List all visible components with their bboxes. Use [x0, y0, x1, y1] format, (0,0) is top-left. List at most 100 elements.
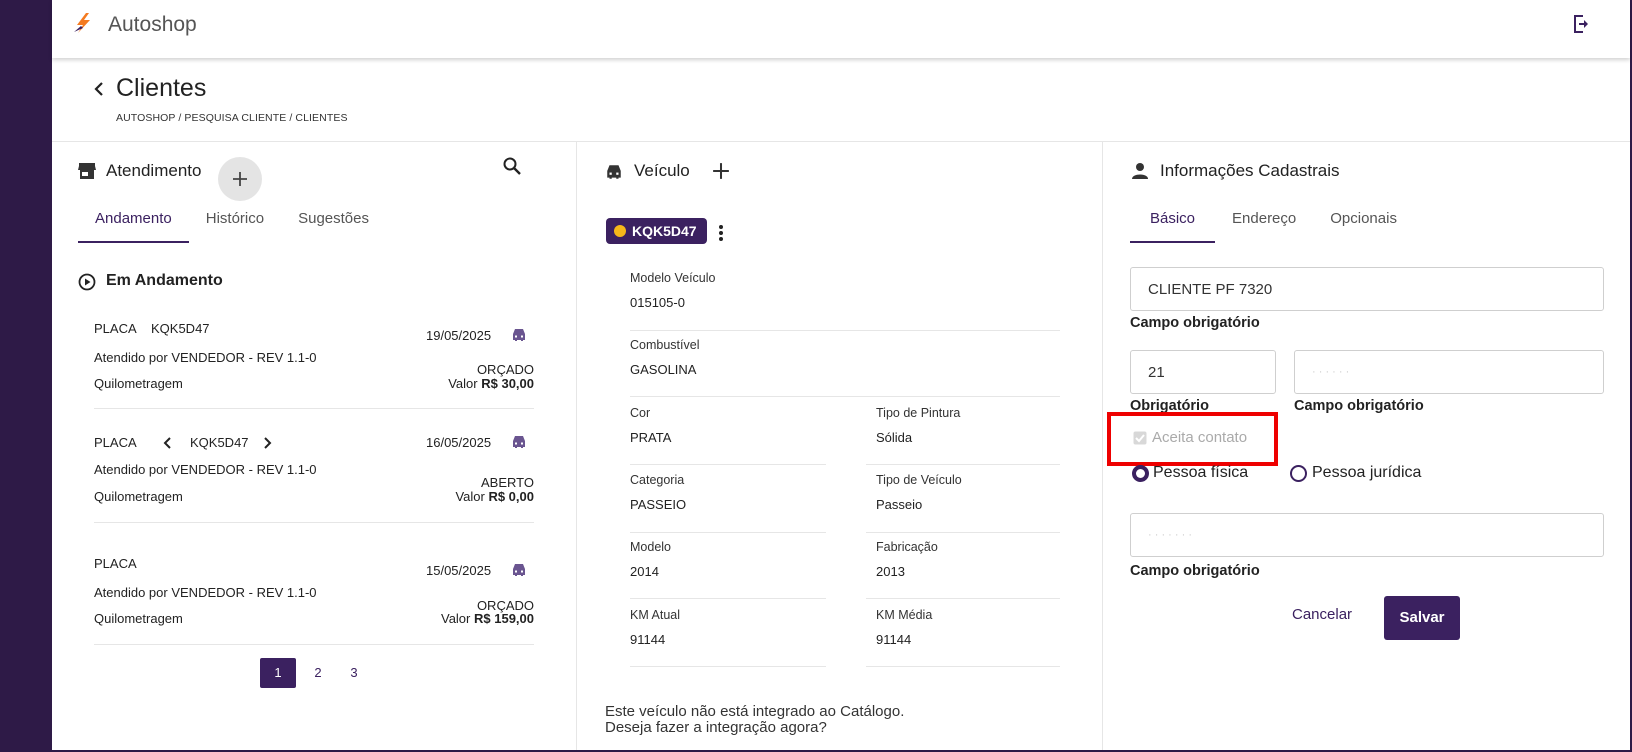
- status-badge: ABERTO: [481, 475, 534, 490]
- field-label: KM Atual: [630, 608, 681, 622]
- tab-andamento[interactable]: Andamento: [78, 200, 189, 243]
- date: 19/05/2025: [426, 328, 492, 343]
- more-vert-icon[interactable]: [718, 224, 724, 242]
- placa-label: PLACA: [94, 321, 137, 336]
- field-divider: [866, 666, 1060, 667]
- plate-chip[interactable]: KQK5D47: [606, 218, 707, 244]
- field-value: 91144: [876, 632, 912, 647]
- plus-icon: [233, 172, 247, 186]
- autoshop-logo-icon: [74, 13, 90, 33]
- field-value: 2014: [630, 564, 659, 579]
- field-divider: [630, 464, 826, 465]
- chevron-left-icon[interactable]: [163, 437, 173, 449]
- document-hint: Campo obrigatório: [1130, 563, 1260, 579]
- cadastro-title: Informações Cadastrais: [1160, 161, 1340, 180]
- field-value: PASSEIO: [630, 497, 687, 512]
- em-andamento-title: Em Andamento: [106, 272, 223, 289]
- radio-pessoa-juridica[interactable]: [1290, 465, 1307, 482]
- field-divider: [630, 666, 826, 667]
- field-label: Modelo: [630, 540, 671, 554]
- field-label: Tipo de Pintura: [876, 406, 961, 420]
- app-title: Autoshop: [108, 13, 197, 36]
- name-hint: Campo obrigatório: [1130, 315, 1260, 331]
- field-value: 2013: [876, 564, 905, 579]
- page-2-button[interactable]: 2: [304, 658, 332, 688]
- valor-label: Valor: [440, 611, 471, 626]
- back-chevron-icon[interactable]: [90, 80, 108, 98]
- atendido-por: Atendido por VENDEDOR - REV 1.1-0: [94, 350, 317, 365]
- ddd-input[interactable]: 21: [1130, 350, 1276, 394]
- car-icon: [513, 436, 525, 448]
- field-label: Tipo de Veículo: [876, 473, 962, 487]
- status-badge: ORÇADO: [476, 362, 534, 377]
- add-atendimento-button[interactable]: [218, 157, 262, 201]
- page-1-button[interactable]: 1: [260, 658, 296, 688]
- field-divider: [866, 532, 1060, 533]
- ddd-input-value: 21: [1148, 364, 1165, 381]
- tab-sugestoes[interactable]: Sugestões: [281, 200, 386, 243]
- field-label: Fabricação: [876, 540, 938, 554]
- name-input[interactable]: CLIENTE PF 7320: [1130, 267, 1604, 311]
- placa-label: PLACA: [94, 556, 137, 571]
- valor-label: Valor: [448, 376, 478, 391]
- top-bar: Autoshop: [52, 0, 1630, 58]
- tab-basico[interactable]: Básico: [1130, 200, 1216, 243]
- save-button[interactable]: Salvar: [1384, 596, 1460, 640]
- field-label: Combustível: [630, 338, 700, 352]
- date: 16/05/2025: [426, 435, 492, 450]
- play-circle-icon: [78, 273, 96, 291]
- pagination: 1 2 3: [260, 658, 368, 688]
- logout-icon[interactable]: [1570, 12, 1594, 36]
- valor: Valor R$ 30,00: [448, 376, 534, 391]
- tab-endereco[interactable]: Endereço: [1215, 200, 1313, 243]
- valor: Valor R$ 159,00: [441, 611, 534, 626]
- page-header: Clientes AUTOSHOP / PESQUISA CLIENTE / C…: [52, 58, 1630, 142]
- km-label: Quilometragem: [94, 611, 183, 626]
- item-divider: [94, 408, 534, 409]
- pessoa-fisica-label: Pessoa física: [1153, 464, 1249, 481]
- tab-historico[interactable]: Histórico: [189, 200, 281, 243]
- km-label: Quilometragem: [94, 489, 183, 504]
- field-label: Categoria: [630, 473, 685, 487]
- field-value: Sólida: [876, 430, 913, 445]
- cancel-button[interactable]: Cancelar: [1292, 606, 1352, 623]
- radio-pessoa-fisica[interactable]: [1132, 465, 1149, 482]
- field-divider: [866, 598, 1060, 599]
- field-value: 91144: [630, 632, 666, 647]
- valor-amount: R$ 30,00: [481, 376, 534, 391]
- chevron-right-icon[interactable]: [262, 437, 272, 449]
- item-divider: [94, 644, 534, 645]
- cadastro-tabs: Básico Endereço Opcionais: [1130, 200, 1414, 243]
- cadastro-panel: Informações Cadastrais Básico Endereço O…: [1104, 142, 1630, 750]
- name-input-value: CLIENTE PF 7320: [1148, 281, 1273, 298]
- aceita-contato-label: Aceita contato: [1152, 429, 1248, 446]
- atendimento-tabs: Andamento Histórico Sugestões: [78, 200, 386, 243]
- person-icon: [1132, 163, 1148, 179]
- field-value: Passeio: [876, 497, 923, 512]
- field-divider: [630, 396, 1060, 397]
- field-divider: [630, 598, 826, 599]
- document-input[interactable]: · · · · · · ·: [1130, 513, 1604, 557]
- placa-value: KQK5D47: [151, 321, 210, 336]
- field-label: Cor: [630, 406, 651, 420]
- date: 15/05/2025: [426, 563, 492, 578]
- catalog-message[interactable]: Este veículo não está integrado ao Catál…: [605, 704, 904, 736]
- search-icon[interactable]: [502, 156, 522, 176]
- checkbox-checked-icon[interactable]: [1133, 431, 1147, 445]
- field-label: Modelo Veículo: [630, 271, 716, 285]
- field-value: PRATA: [630, 430, 672, 445]
- km-label: Quilometragem: [94, 376, 183, 391]
- valor-amount: R$ 0,00: [488, 489, 534, 504]
- tab-opcionais[interactable]: Opcionais: [1313, 200, 1414, 243]
- catalog-message-line2: Deseja fazer a integração agora?: [605, 719, 827, 736]
- field-divider: [630, 330, 1060, 331]
- field-label: KM Média: [876, 608, 933, 622]
- add-veiculo-icon[interactable]: [712, 162, 730, 180]
- atendimento-title: Atendimento: [106, 161, 202, 180]
- breadcrumb[interactable]: AUTOSHOP / PESQUISA CLIENTE / CLIENTES: [116, 112, 348, 124]
- phone-hint: Campo obrigatório: [1294, 398, 1424, 414]
- page-3-button[interactable]: 3: [340, 658, 368, 688]
- phone-input[interactable]: · · · · · ·: [1294, 350, 1604, 394]
- car-icon: [513, 564, 525, 576]
- field-divider: [866, 464, 1060, 465]
